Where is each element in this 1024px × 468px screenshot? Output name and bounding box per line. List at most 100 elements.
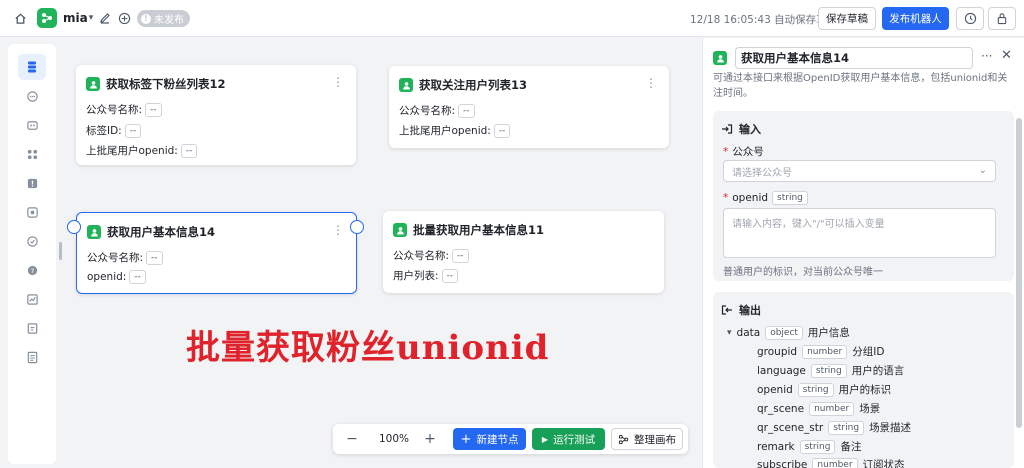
add-circle-icon[interactable] (115, 9, 133, 27)
output-name: remark (757, 440, 795, 453)
prop-value: -- (129, 270, 146, 284)
zoom-out-icon[interactable]: − (343, 430, 361, 448)
output-desc: 备注 (840, 441, 862, 453)
output-row: qr_scene_str string 场景描述 (757, 420, 911, 435)
node-title: 获取关注用户列表13 (419, 78, 528, 92)
edit-icon[interactable] (96, 9, 114, 27)
output-name: language (757, 364, 806, 377)
settings-icon[interactable] (18, 199, 46, 225)
prop-value: -- (124, 123, 142, 138)
output-desc: 场景描述 (869, 422, 912, 434)
output-name: qr_scene (757, 402, 805, 415)
workflow-icon[interactable] (18, 54, 46, 80)
prop-value: -- (493, 123, 511, 138)
arrange-icon (618, 434, 629, 444)
panel-resize-handle[interactable] (59, 242, 62, 260)
required-mark: * (723, 192, 729, 204)
prop-value: -- (146, 250, 163, 265)
note-icon[interactable] (18, 315, 46, 341)
new-node-label: 新建节点 (476, 433, 519, 446)
panel-scrollbar[interactable] (1016, 118, 1022, 428)
prop-label: 公众号名称: (87, 252, 144, 264)
node-title-input[interactable]: 获取用户基本信息14 (735, 47, 973, 69)
account-select-placeholder: 请选择公众号 (732, 167, 792, 179)
output-row: groupid number 分组ID (757, 344, 884, 359)
prop-value: -- (145, 102, 162, 117)
status-badge-label: 未发布 (154, 15, 184, 26)
input-port[interactable] (67, 220, 81, 234)
output-name: subscribe (757, 458, 808, 468)
app-logo-icon (37, 8, 57, 28)
output-desc: 用户的标识 (838, 384, 892, 396)
output-icon (721, 305, 732, 315)
chat-icon[interactable] (18, 83, 46, 109)
type-badge: number (812, 457, 858, 468)
user-node-icon (399, 78, 413, 92)
prop-label: 公众号名称: (399, 105, 456, 117)
history-icon[interactable] (956, 7, 984, 30)
workflow-node[interactable]: 批量获取用户基本信息11 公众号名称: -- 用户列表: -- (383, 211, 664, 293)
type-badge: string (772, 191, 808, 205)
more-options-icon[interactable]: ··· (981, 49, 992, 63)
type-badge: string (828, 420, 865, 435)
workflow-node[interactable]: 获取关注用户列表13 ⋮ 公众号名称: -- 上批尾用户openid: -- (389, 66, 669, 148)
user-node-icon (713, 51, 727, 65)
output-section-title: 输出 (739, 304, 761, 317)
autosave-status: 12/18 16:05:43 自动保存草稿 (690, 14, 838, 26)
chart-icon[interactable] (18, 286, 46, 312)
play-icon: ▶ (541, 434, 549, 444)
openid-field-label: * openid string (723, 191, 808, 205)
apps-icon[interactable] (18, 141, 46, 167)
node-title: 批量获取用户基本信息11 (413, 223, 545, 237)
save-draft-button[interactable]: 保存草稿 (818, 7, 876, 30)
more-options-icon[interactable]: ⋮ (332, 223, 344, 237)
close-icon[interactable]: ✕ (1001, 48, 1012, 63)
new-node-button[interactable]: + 新建节点 (453, 428, 526, 450)
output-port[interactable] (350, 220, 364, 234)
user-node-icon (393, 223, 407, 237)
help-icon[interactable]: ? (18, 257, 46, 283)
node-title: 获取标签下粉丝列表12 (106, 77, 226, 91)
run-test-button[interactable]: ▶ 运行测试 (532, 428, 605, 450)
prop-label: 用户列表: (393, 270, 439, 282)
alert-icon[interactable] (18, 170, 46, 196)
workflow-node-selected[interactable]: 获取用户基本信息14 ⋮ 公众号名称: -- openid: -- (76, 212, 357, 294)
output-section: 输出 ▾ data object 用户信息 groupid number 分组I… (713, 292, 1014, 468)
lock-icon[interactable] (988, 7, 1016, 30)
prop-label: 公众号名称: (86, 104, 143, 116)
overlay-caption: 批量获取粉丝unionid (186, 328, 550, 368)
more-options-icon[interactable]: ⋮ (645, 76, 657, 90)
left-toolbar: ? (8, 44, 56, 464)
output-name: groupid (757, 345, 798, 358)
message-icon[interactable] (18, 228, 46, 254)
type-badge: number (802, 344, 848, 359)
required-mark: * (723, 145, 729, 158)
output-desc: 订阅状态 (862, 459, 905, 468)
input-section: 输入 * 公众号 请选择公众号 ⌄ * openid string 请输入内容，… (713, 111, 1014, 281)
account-field-label: * 公众号 (723, 144, 764, 159)
plus-icon: + (460, 431, 472, 447)
type-badge: string (799, 439, 836, 454)
openid-input[interactable]: 请输入内容，键入"/"可以插入变量 (723, 208, 996, 258)
account-select[interactable]: 请选择公众号 ⌄ (723, 160, 996, 182)
output-row: openid string 用户的标识 (757, 382, 891, 397)
zoom-in-icon[interactable]: + (421, 430, 439, 448)
output-row[interactable]: ▾ data object 用户信息 (727, 325, 850, 340)
workflow-node[interactable]: 获取标签下粉丝列表12 ⋮ 公众号名称: -- 标签ID: -- 上批尾用户open… (76, 65, 356, 165)
arrange-canvas-button[interactable]: 整理画布 (611, 428, 683, 450)
openid-hint: 普通用户的标识，对当前公众号唯一 (723, 267, 883, 278)
more-options-icon[interactable]: ⋮ (332, 75, 344, 89)
prop-value: -- (441, 268, 459, 283)
home-icon[interactable] (11, 9, 29, 27)
document-icon[interactable] (18, 344, 46, 370)
publish-button[interactable]: 发布机器人 (882, 7, 949, 30)
node-title: 获取用户基本信息14 (107, 225, 216, 239)
zoom-level: 100% (379, 433, 410, 445)
output-row: remark string 备注 (757, 439, 861, 454)
robot-icon[interactable] (18, 112, 46, 138)
prop-label: 标签ID: (86, 125, 122, 137)
collapse-chevron-icon[interactable]: ▾ (727, 328, 732, 338)
output-desc: 用户信息 (807, 327, 850, 339)
output-name: openid (757, 383, 793, 396)
input-icon (722, 124, 733, 134)
